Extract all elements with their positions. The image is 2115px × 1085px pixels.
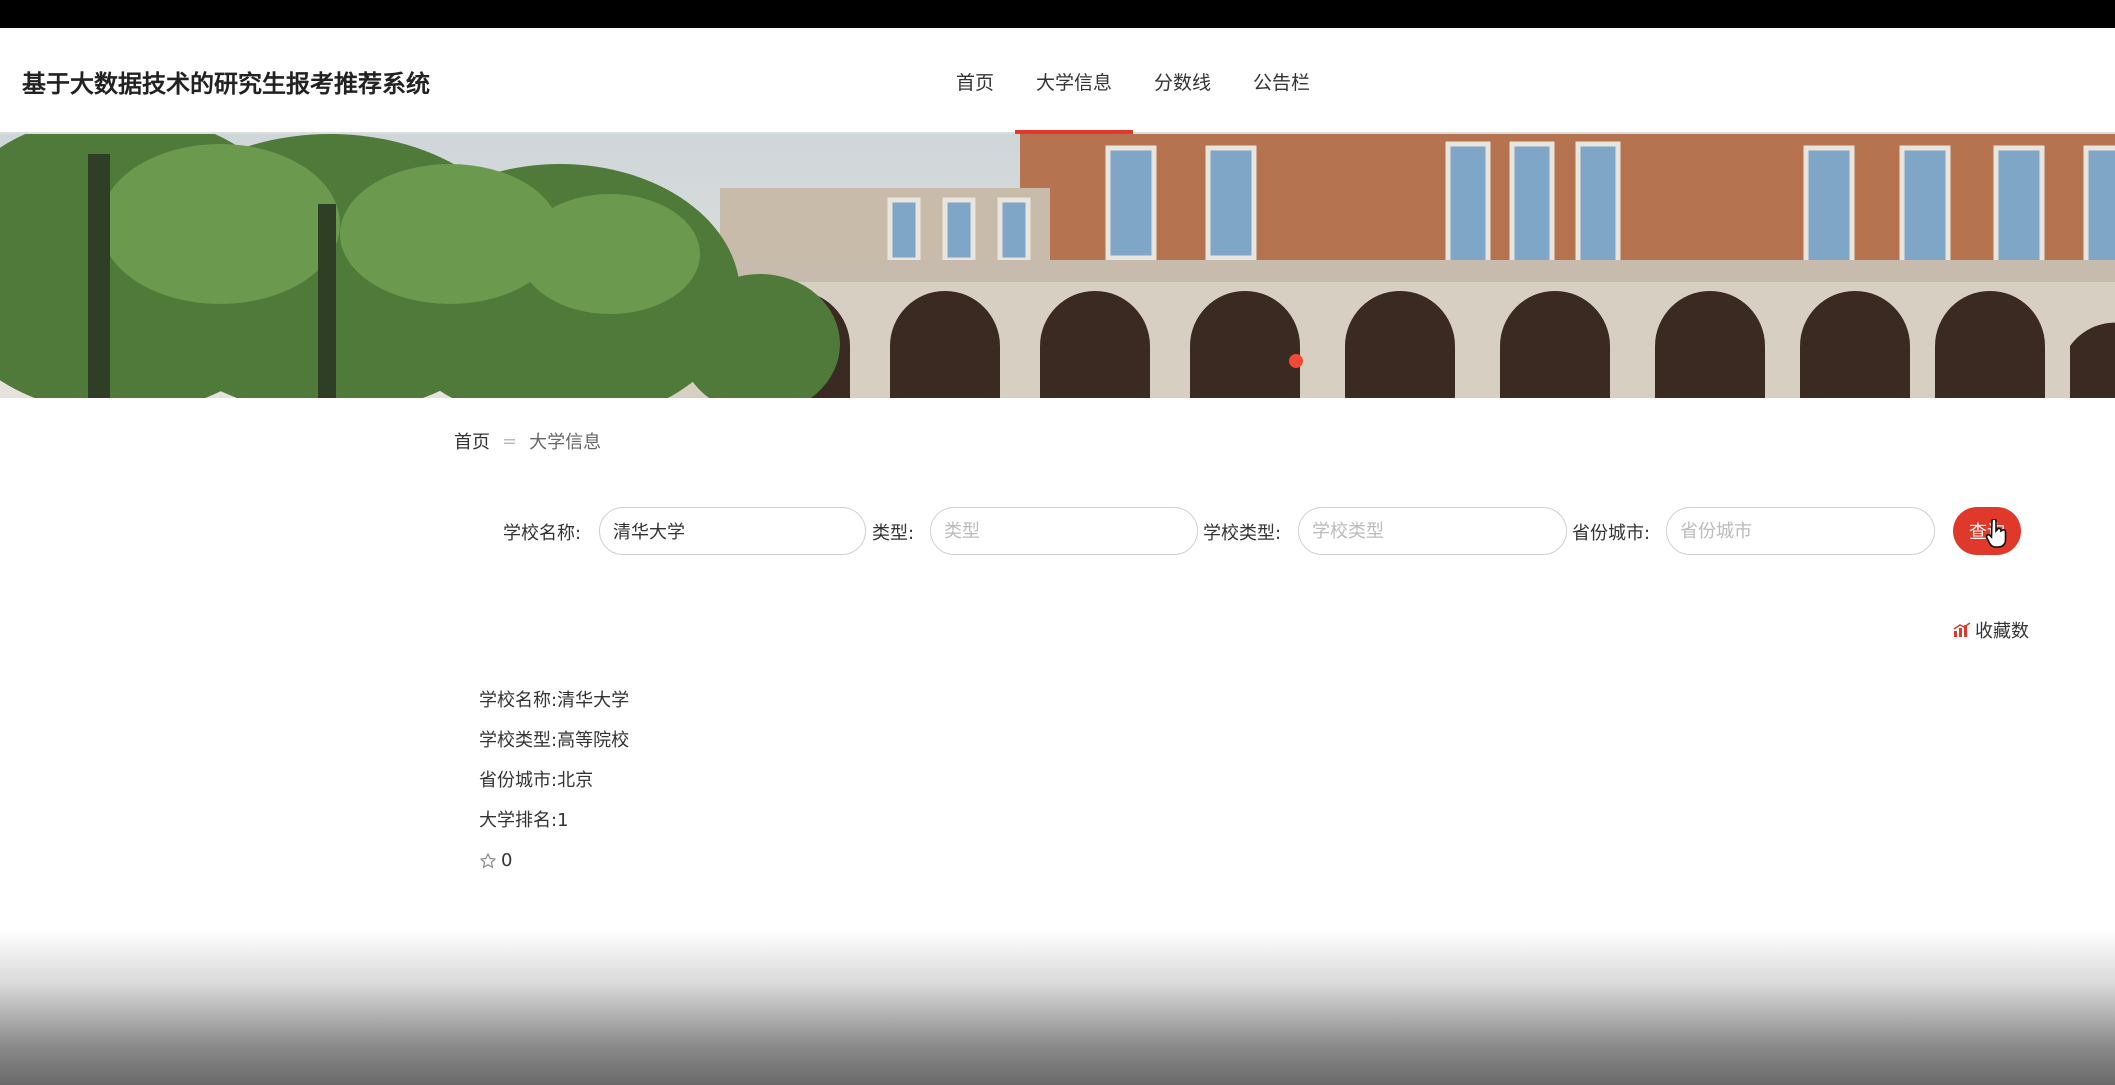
footer-gradient [0,930,2115,1085]
type-input[interactable] [930,507,1198,555]
nav-item-home[interactable]: 首页 [935,28,1015,134]
result-province-city: 省份城市:北京 [479,770,594,791]
nav-item-announcements[interactable]: 公告栏 [1232,28,1331,134]
hand-pointer-cursor-icon [1985,519,2007,548]
school-name-input[interactable] [599,507,866,555]
province-city-label: 省份城市: [1572,523,1651,544]
breadcrumb-separator: = [502,430,518,452]
result-school-name: 学校名称:清华大学 [479,690,630,711]
site-title: 基于大数据技术的研究生报考推荐系统 [22,70,430,98]
campus-building-illustration [0,134,2115,398]
result-school-type: 学校类型:高等院校 [479,730,630,751]
star-outline-icon [480,853,496,868]
nav-item-score-line[interactable]: 分数线 [1133,28,1232,134]
bar-chart-icon [1953,622,1971,637]
province-city-input[interactable] [1666,507,1935,555]
favorite-count[interactable]: 0 [479,846,629,876]
type-label: 类型: [872,523,915,544]
banner-carousel-image [0,134,2115,398]
breadcrumb-current: 大学信息 [529,432,602,453]
result-ranking: 大学排名:1 [479,810,569,831]
window-top-bar [0,0,2115,28]
school-type-input[interactable] [1298,507,1567,555]
site-header: 基于大数据技术的研究生报考推荐系统 首页 大学信息 分数线 公告栏 [0,28,2115,136]
breadcrumb-home-link[interactable]: 首页 [454,428,490,454]
sort-by-favorites-label: 收藏数 [1975,621,2029,642]
nav-item-university-info[interactable]: 大学信息 [1015,28,1134,136]
main-nav: 首页 大学信息 分数线 公告栏 [935,28,1331,136]
sort-by-favorites-link[interactable]: 收藏数 [1953,617,2029,643]
school-type-label: 学校类型: [1203,523,1282,544]
carousel-indicator-dot[interactable] [1289,354,1303,368]
school-name-label: 学校名称: [503,523,582,544]
university-result-card[interactable]: 学校名称:清华大学 学校类型:高等院校 省份城市:北京 大学排名:1 0 [479,686,629,876]
favorite-count-value: 0 [501,850,513,871]
breadcrumb: 首页 = 大学信息 [454,428,601,454]
